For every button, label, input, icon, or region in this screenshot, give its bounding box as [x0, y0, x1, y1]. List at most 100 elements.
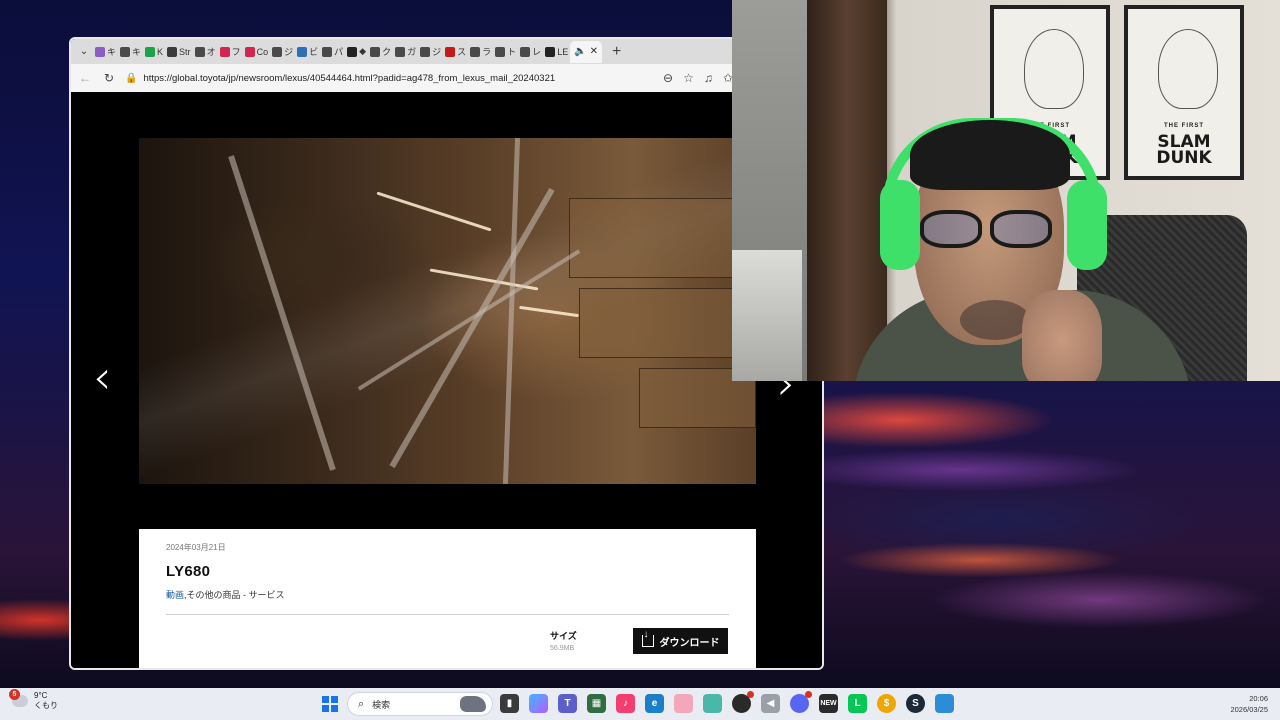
clock-date: 2026/03/25 [1230, 705, 1268, 715]
task-view-icon[interactable]: ▮ [500, 694, 519, 713]
copilot-icon[interactable] [529, 694, 548, 713]
app-teal-icon[interactable] [703, 694, 722, 713]
browser-tab[interactable]: Co [243, 41, 271, 63]
line-icon[interactable]: L [848, 694, 867, 713]
tab-label: キ [132, 47, 142, 57]
tab-favicon-icon [470, 46, 481, 57]
browser-tab[interactable]: ガ [393, 41, 418, 63]
clock-time: 20:06 [1249, 694, 1268, 703]
extension-icon[interactable]: ♫ [704, 71, 713, 85]
tab-favicon-icon [370, 46, 381, 57]
browser-tab[interactable]: ジ [418, 41, 443, 63]
tab-label: ス [457, 47, 467, 57]
new-tab-button[interactable]: + [612, 43, 621, 61]
tab-favicon-icon [145, 46, 156, 57]
tab-favicon-icon [95, 46, 105, 57]
music-icon[interactable]: ♪ [616, 694, 635, 713]
browser-window: ⌄ キ キ K Str オ フ Co ジ ビ パ ◆ ク ガ ジ ス ラ ト レ LE 🔈 ✕ + ← ↻ 🔒 ht… [69, 37, 824, 670]
start-windows-icon[interactable] [322, 696, 338, 712]
tab-active[interactable]: 🔈 ✕ [570, 40, 603, 63]
tab-favicon-icon [322, 46, 333, 57]
tab-favicon-icon [272, 46, 283, 57]
browser-tab[interactable]: ラ [468, 41, 493, 63]
url-field[interactable]: 🔒 https://global.toyota/jp/newsroom/lexu… [125, 73, 595, 84]
browser-tab[interactable]: パ [320, 41, 345, 63]
speaker-app-icon[interactable]: ◀ [761, 694, 780, 713]
tab-favicon-icon [194, 46, 205, 57]
media-info-card: 2024年03月21日 LY680 動画,その他の商品 - サービス サイズ 5… [139, 529, 756, 668]
system-clock[interactable]: 20:06 2026/03/25 [1230, 693, 1268, 716]
tab-list-dropdown-icon[interactable]: ⌄ [75, 43, 93, 61]
browser-tab[interactable]: ビ [295, 41, 320, 63]
tab-strip: キ キ K Str オ フ Co ジ ビ パ ◆ ク ガ ジ ス ラ ト レ LE [93, 41, 570, 63]
tab-label: ラ [482, 47, 492, 57]
tab-label: キ [107, 47, 117, 57]
taskbar-apps: ▮ T ▦ ♪ e ◀ NEW L $ S [500, 691, 954, 713]
photos-icon[interactable] [935, 694, 954, 713]
bookmark-star-icon[interactable]: ☆ [683, 71, 694, 85]
download-button[interactable]: ダウンロード [633, 628, 728, 654]
browser-tab[interactable]: キ [118, 41, 143, 63]
tab-label: LE [557, 46, 569, 57]
tab-bar: ⌄ キ キ K Str オ フ Co ジ ビ パ ◆ ク ガ ジ ス ラ ト レ LE 🔈 ✕ + [71, 39, 822, 64]
tab-label: Co [256, 46, 269, 57]
tab-label: ジ [284, 47, 294, 57]
obs-icon[interactable] [732, 691, 754, 713]
close-tab-icon[interactable]: ✕ [590, 46, 598, 57]
taskbar-search[interactable]: ⌕ 検索 [347, 692, 493, 716]
tab-label: K [157, 46, 164, 57]
back-icon[interactable]: ← [77, 71, 93, 85]
search-placeholder: 検索 [372, 699, 391, 710]
browser-tab[interactable]: ク [368, 41, 393, 63]
teams-icon[interactable]: T [558, 694, 577, 713]
tag-link-video[interactable]: 動画 [166, 590, 184, 600]
browser-tab[interactable]: レ [518, 41, 543, 63]
browser-tab[interactable]: キ [93, 41, 118, 63]
search-highlight-image [460, 696, 486, 712]
media-title: LY680 [166, 563, 211, 580]
browser-tab[interactable]: LE [543, 41, 570, 63]
browser-tab[interactable]: ス [443, 41, 468, 63]
address-bar: ← ↻ 🔒 https://global.toyota/jp/newsroom/… [71, 64, 822, 92]
download-icon [641, 629, 654, 647]
app-pink-icon[interactable] [674, 694, 693, 713]
browser-tab[interactable]: フ [218, 41, 243, 63]
webcam-feed: THE FIRST SLAMDUNK THE FIRST SLAMDUNK [732, 0, 1280, 381]
reader-icon[interactable]: ⊖ [663, 71, 673, 85]
browser-tab[interactable]: オ [193, 41, 218, 63]
weather-badge: 5 [9, 688, 20, 700]
publish-date: 2024年03月21日 [166, 543, 226, 552]
browser-tab[interactable]: ト [493, 41, 518, 63]
tab-label: ク [382, 47, 392, 57]
video-thumbnail-image[interactable] [139, 138, 756, 484]
carousel-prev-icon[interactable]: ‹ [93, 354, 111, 400]
reload-icon[interactable]: ↻ [101, 71, 117, 85]
lock-icon: 🔒 [125, 72, 138, 84]
tab-favicon-icon [167, 46, 178, 57]
steam-icon[interactable]: S [906, 694, 925, 713]
weather-widget[interactable]: 5 9°C くもり [9, 688, 58, 710]
tag-rest: ,その他の商品 - サービス [184, 590, 285, 600]
tab-label: パ [334, 47, 344, 57]
tab-label: ジ [432, 47, 442, 57]
size-value: 56.9MB [550, 645, 575, 652]
browser-tab[interactable]: ジ [270, 41, 295, 63]
category-tags: 動画,その他の商品 - サービス [166, 588, 729, 601]
browser-tab[interactable]: K [143, 41, 165, 63]
poster-right: THE FIRST SLAM DUNK [1124, 5, 1244, 180]
tab-label: Str [179, 46, 191, 57]
store-icon[interactable]: ▦ [587, 694, 606, 713]
tab-favicon-icon [420, 46, 431, 57]
browser-tab[interactable]: ◆ [345, 41, 368, 63]
tab-favicon-icon [297, 46, 308, 57]
tab-label: オ [206, 47, 216, 57]
discord-icon[interactable] [790, 691, 812, 713]
tab-label: フ [231, 47, 241, 57]
tab-favicon-icon [395, 46, 406, 57]
coin-app-icon[interactable]: $ [877, 694, 896, 713]
edge-browser-icon[interactable]: e [645, 694, 664, 713]
tab-favicon-icon [520, 46, 531, 57]
browser-tab[interactable]: Str [165, 41, 193, 63]
url-text: https://global.toyota/jp/newsroom/lexus/… [143, 72, 556, 84]
news-icon[interactable]: NEW [819, 694, 838, 713]
